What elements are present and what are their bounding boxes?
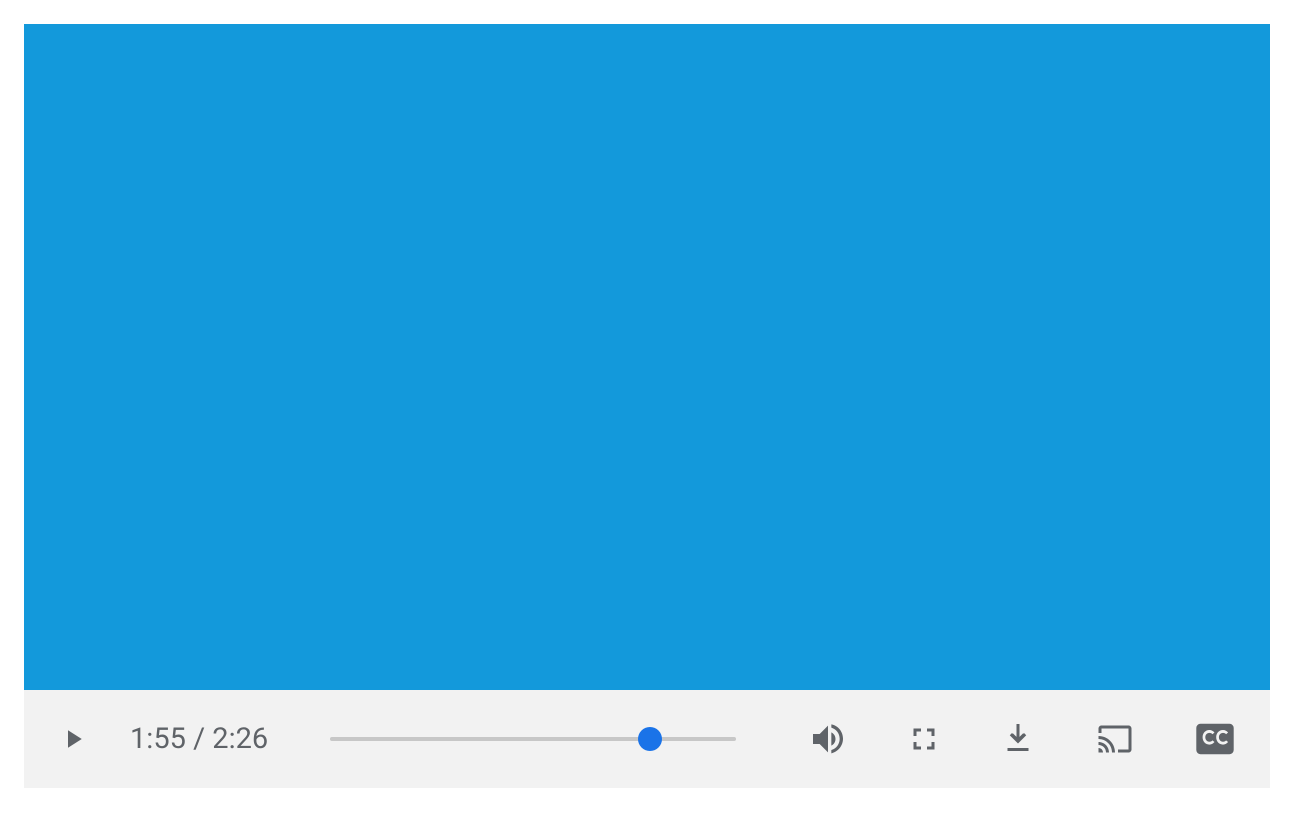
controls-bar: 1:55 / 2:26: [24, 690, 1270, 788]
fullscreen-icon: [906, 721, 942, 757]
right-controls: [808, 719, 1236, 759]
download-icon: [1000, 720, 1036, 758]
time-display: 1:55 / 2:26: [130, 722, 268, 756]
progress-track: [330, 737, 736, 741]
time-separator: /: [186, 722, 212, 756]
volume-button[interactable]: [808, 719, 848, 759]
volume-icon: [808, 719, 848, 759]
current-time: 1:55: [130, 722, 186, 756]
duration: 2:26: [212, 722, 268, 756]
cast-button[interactable]: [1094, 721, 1136, 757]
video-viewport[interactable]: [24, 24, 1270, 690]
play-icon: [58, 721, 88, 757]
captions-icon: [1194, 722, 1236, 756]
progress-thumb[interactable]: [638, 727, 662, 751]
progress-slider[interactable]: [330, 737, 736, 741]
download-button[interactable]: [1000, 720, 1036, 758]
fullscreen-button[interactable]: [906, 721, 942, 757]
video-player: 1:55 / 2:26: [24, 24, 1270, 788]
cast-icon: [1094, 721, 1136, 757]
captions-button[interactable]: [1194, 722, 1236, 756]
play-button[interactable]: [58, 721, 88, 757]
